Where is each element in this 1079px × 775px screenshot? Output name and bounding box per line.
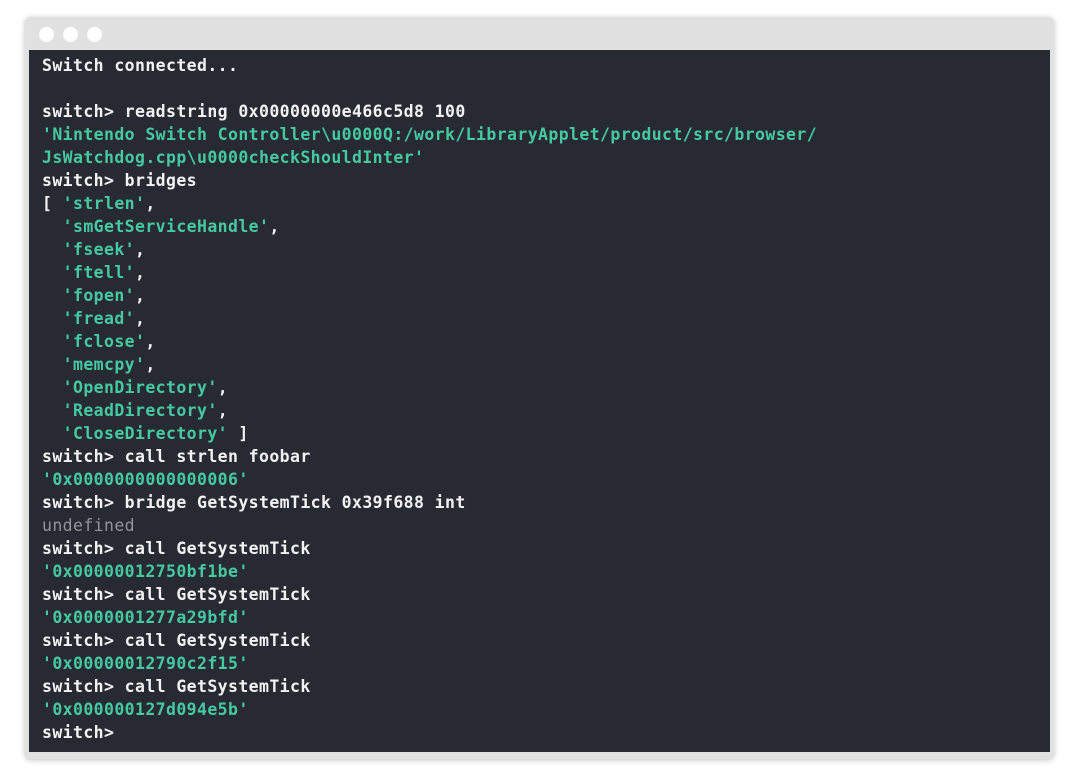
list-suffix: , [135, 263, 146, 282]
terminal-output-line: Switch connected... [42, 56, 239, 75]
string-value: 'fread' [62, 309, 136, 328]
list-suffix: , [135, 286, 146, 305]
string-value: 'OpenDirectory' [62, 378, 218, 397]
string-value: 'CloseDirectory' [62, 424, 229, 443]
terminal-line-list-item: 'memcpy', [42, 353, 817, 376]
terminal-command-line: switch> bridge GetSystemTick 0x39f688 in… [42, 493, 466, 512]
terminal-command-line: switch> [42, 723, 115, 742]
terminal-string-output: '0x0000000000000006' [42, 470, 249, 489]
terminal-string-output: JsWatchdog.cpp\u0000checkShouldInter' [42, 148, 425, 167]
list-prefix [42, 263, 63, 282]
string-value: 'fclose' [62, 332, 146, 351]
terminal-string-output: 'Nintendo Switch Controller\u0000Q:/work… [42, 125, 818, 144]
string-value: 'fopen' [62, 286, 136, 305]
string-value: 'ftell' [62, 263, 136, 282]
string-value: 'strlen' [62, 194, 146, 213]
terminal-string-output: '0x00000012750bf1be' [42, 562, 249, 581]
terminal-command-line: switch> call GetSystemTick [42, 631, 311, 650]
title-bar [25, 17, 1054, 50]
list-suffix: , [145, 332, 156, 351]
string-value: 'fseek' [62, 240, 136, 259]
terminal-string-output: '0x0000001277a29bfd' [42, 608, 249, 627]
terminal-line-list-item: 'ftell', [42, 261, 817, 284]
list-suffix: , [217, 401, 229, 420]
list-prefix [42, 309, 63, 328]
list-prefix [42, 217, 63, 236]
terminal-command-line: switch> bridges [42, 171, 198, 190]
terminal-line-list-item: 'fclose', [42, 330, 817, 353]
string-value: 'ReadDirectory' [62, 401, 218, 420]
terminal-line-list-item: 'OpenDirectory', [42, 376, 817, 399]
list-suffix: , [135, 240, 146, 259]
list-prefix [42, 424, 63, 443]
list-prefix [42, 355, 63, 374]
list-prefix [42, 286, 63, 305]
list-prefix [42, 332, 63, 351]
terminal-line-list-item: 'fopen', [42, 284, 817, 307]
terminal-line-list-item: 'fseek', [42, 238, 817, 261]
terminal-command-line: switch> call GetSystemTick [42, 539, 311, 558]
list-suffix: , [269, 217, 280, 236]
terminal-string-output: '0x00000012790c2f15' [42, 654, 249, 673]
terminal-lines: Switch connected... switch> readstring 0x… [42, 54, 817, 744]
close-window-dot-icon[interactable] [39, 27, 54, 42]
list-suffix: ] [228, 424, 249, 443]
terminal-string-output: '0x000000127d094e5b' [42, 700, 249, 719]
terminal-line-list-item: [ 'strlen', [42, 192, 817, 215]
terminal-line-list-item: 'fread', [42, 307, 817, 330]
list-suffix: , [135, 309, 146, 328]
terminal-undefined-output: undefined [42, 516, 136, 535]
list-suffix: , [145, 355, 156, 374]
terminal-command-line: switch> call strlen foobar [42, 447, 311, 466]
string-value: 'smGetServiceHandle' [62, 217, 270, 236]
terminal-command-line: switch> call GetSystemTick [42, 677, 311, 696]
terminal-output[interactable]: Switch connected... switch> readstring 0x… [29, 50, 1050, 752]
string-value: 'memcpy' [62, 355, 146, 374]
minimize-window-dot-icon[interactable] [63, 27, 78, 42]
list-prefix [42, 240, 63, 259]
terminal-command-line: switch> call GetSystemTick [42, 585, 311, 604]
list-suffix: , [217, 378, 229, 397]
list-suffix: , [145, 194, 156, 213]
list-prefix [42, 378, 63, 397]
terminal-line-list-item: 'CloseDirectory' ] [42, 422, 817, 445]
terminal-window: Switch connected... switch> readstring 0x… [25, 17, 1054, 759]
terminal-line-list-item: 'smGetServiceHandle', [42, 215, 817, 238]
terminal-command-line: switch> readstring 0x00000000e466c5d8 10… [42, 102, 466, 121]
terminal-line-list-item: 'ReadDirectory', [42, 399, 817, 422]
list-prefix: [ [42, 194, 63, 213]
list-prefix [42, 401, 63, 420]
maximize-window-dot-icon[interactable] [87, 27, 102, 42]
